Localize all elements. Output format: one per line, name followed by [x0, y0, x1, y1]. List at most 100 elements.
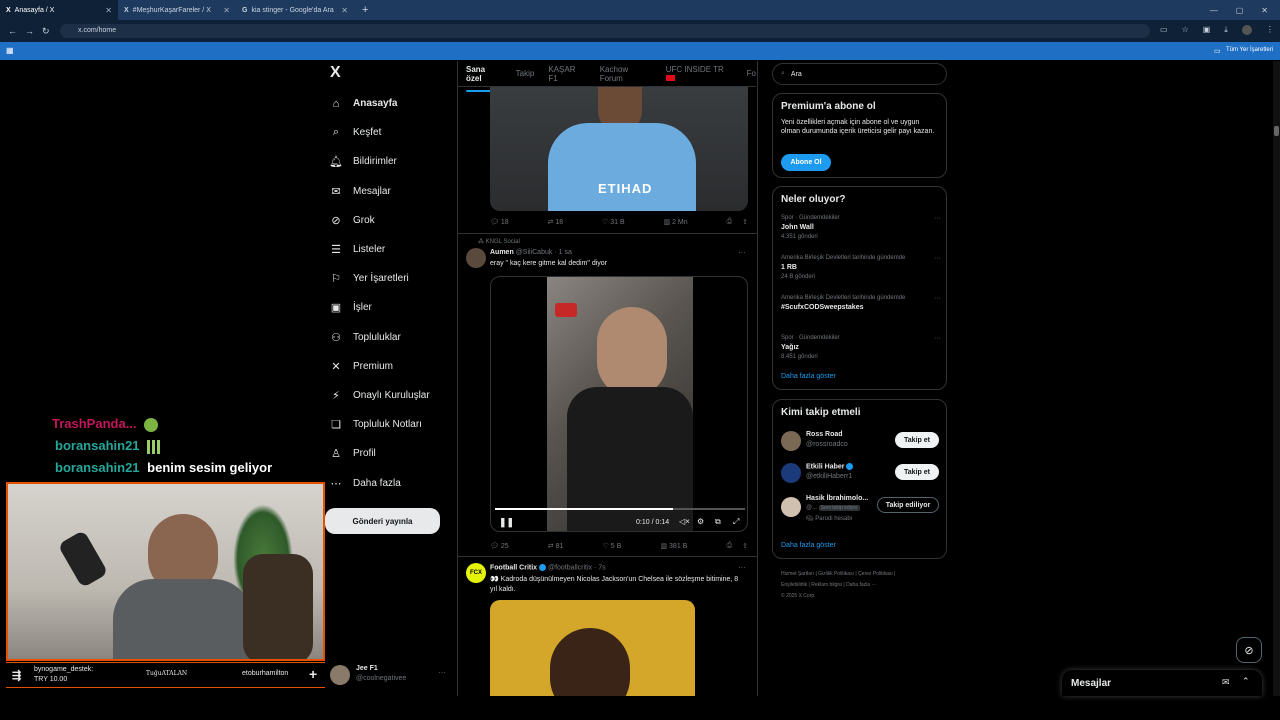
reload-icon[interactable]: ↻: [42, 26, 50, 37]
tab-for-you[interactable]: Sana özel: [466, 65, 502, 92]
url-field[interactable]: x.com/home: [60, 24, 1150, 38]
nav-item-person[interactable]: ♙ Profil: [329, 439, 376, 468]
profile-avatar[interactable]: [1241, 25, 1252, 35]
more-dots-icon[interactable]: ···: [934, 215, 941, 222]
footer-link[interactable]: Daha fazla ···: [846, 582, 876, 588]
footer-link[interactable]: Hizmet Şartları: [781, 571, 814, 577]
pip-icon[interactable]: ⧉: [715, 517, 721, 527]
bookmark-icon[interactable]: ⎙: [726, 542, 732, 550]
x-logo[interactable]: X: [330, 64, 341, 82]
cast-icon[interactable]: ▭: [1160, 25, 1168, 35]
follow-button[interactable]: Takip et: [895, 464, 939, 480]
fullscreen-icon[interactable]: ⤢: [733, 517, 739, 527]
all-bookmarks-link[interactable]: Tüm Yer İşaretleri: [1226, 47, 1273, 53]
video-progress[interactable]: [495, 508, 745, 510]
like-button[interactable]: ♡ 31 B: [602, 218, 625, 226]
following-button[interactable]: Takip ediliyor: [877, 497, 939, 513]
nav-item-people[interactable]: ⚇ Topluluklar: [329, 323, 401, 352]
more-dots-icon[interactable]: ···: [934, 255, 941, 262]
back-icon[interactable]: ←: [8, 26, 17, 36]
forward-icon[interactable]: →: [25, 26, 34, 36]
apps-icon[interactable]: ▦: [6, 46, 14, 55]
nav-item-more[interactable]: ⋯ Daha fazla: [329, 469, 401, 498]
close-tab-icon[interactable]: ✕: [105, 6, 112, 15]
nav-item-home[interactable]: ⌂ Anasayfa: [329, 89, 398, 118]
new-tab-icon[interactable]: +: [354, 4, 368, 16]
more-dots-icon[interactable]: ···: [934, 295, 941, 302]
share-icon[interactable]: ⇪: [742, 542, 748, 550]
nav-item-notes[interactable]: ❏ Topluluk Notları: [329, 410, 422, 439]
browser-tab-hashtag[interactable]: X #MeşhurKaşarFareler / X ✕: [118, 0, 236, 20]
bookmark-icon[interactable]: ⎙: [727, 218, 733, 226]
trend-item[interactable]: Spor · Gündemdekiler John Wall 4.351 gönde…: [781, 215, 941, 249]
avatar[interactable]: [466, 248, 486, 268]
views-button[interactable]: ▥ 2 Mn: [664, 218, 688, 226]
show-more-link[interactable]: Daha fazla göster: [781, 542, 836, 549]
nav-item-briefcase[interactable]: ▣ İşler: [329, 293, 372, 322]
star-icon[interactable]: ☆: [1182, 25, 1189, 35]
post-author[interactable]: Aumen: [490, 249, 514, 256]
post-author[interactable]: Football Critix: [490, 564, 537, 571]
account-switcher[interactable]: Jee F1 @coolnegativee ···: [330, 663, 450, 687]
more-dots-icon[interactable]: ···: [934, 335, 941, 342]
tab-more[interactable]: Fo: [747, 69, 756, 78]
reply-button[interactable]: 💬︎ 25: [490, 542, 509, 550]
tab-kachow-forum[interactable]: Kachow Forum: [600, 65, 652, 83]
trend-item[interactable]: Spor · Gündemdekiler Yağız 8.451 gönderi ··…: [781, 335, 941, 369]
show-more-link[interactable]: Daha fazla göster: [781, 373, 836, 380]
tab-ufc-inside[interactable]: UFC INSIDE TR: [665, 65, 733, 83]
avatar[interactable]: FCX: [466, 563, 486, 583]
close-window-icon[interactable]: ✕: [1261, 6, 1268, 15]
scrollbar-thumb[interactable]: [1274, 126, 1279, 136]
repost-button[interactable]: ⇄ 81: [548, 542, 564, 550]
like-button[interactable]: ♡ 5 B: [603, 542, 622, 550]
close-tab-icon[interactable]: ✕: [223, 6, 230, 15]
reply-button[interactable]: 💬︎ 18: [490, 218, 509, 226]
post-image[interactable]: ETIHAD: [490, 87, 748, 211]
grok-floating-button[interactable]: ⊘: [1236, 637, 1262, 663]
tab-kasar-f1[interactable]: KAŞAR F1: [548, 65, 585, 83]
more-dots-icon[interactable]: ···: [738, 248, 746, 257]
messages-drawer[interactable]: Mesajlar ✉ ⌃: [1062, 670, 1262, 696]
browser-tab-google[interactable]: G kia stinger - Google'da Ara ✕: [236, 0, 354, 20]
follow-item[interactable]: Etkili Haber @etkiliHaberr1 Takip et: [781, 462, 941, 484]
nav-item-search[interactable]: ⌕ Keşfet: [329, 118, 381, 147]
follow-item[interactable]: Ross Road @rossroadco Takip et: [781, 430, 941, 452]
footer-link[interactable]: Reklam bilgisi: [811, 582, 842, 588]
repost-button[interactable]: ⇄ 18: [548, 218, 564, 226]
nav-item-bookmark[interactable]: ⚐ Yer İşaretleri: [329, 264, 409, 293]
page-scrollbar[interactable]: [1273, 61, 1280, 696]
browser-tab-home[interactable]: X Anasayfa / X ✕: [0, 0, 118, 20]
trend-item[interactable]: Amerika Birleşik Devletleri tarihinde gü…: [781, 295, 941, 329]
footer-link[interactable]: Erişilebilirlik: [781, 582, 807, 588]
nav-item-grok[interactable]: ⊘ Grok: [329, 206, 374, 235]
follow-item[interactable]: Hasik İbrahimolo... @... Seni takip ediy…: [781, 494, 941, 526]
share-icon[interactable]: ⇪: [742, 218, 748, 226]
video-player[interactable]: ❚❚ 0:10 / 0:14 ◁× ⚙ ⧉ ⤢: [490, 276, 748, 532]
close-tab-icon[interactable]: ✕: [341, 6, 348, 15]
nav-item-lightning[interactable]: ⚡︎ Onaylı Kuruluşlar: [329, 381, 430, 410]
trend-item[interactable]: Amerika Birleşik Devletleri tarihinde gü…: [781, 255, 941, 289]
extension-icon[interactable]: ▣: [1203, 25, 1211, 35]
more-dots-icon[interactable]: ···: [438, 668, 446, 677]
nav-item-list[interactable]: ☰ Listeler: [329, 235, 385, 264]
more-dots-icon[interactable]: ···: [738, 563, 746, 572]
subscribe-button[interactable]: Abone Ol: [781, 154, 831, 171]
footer-link[interactable]: Gizlilik Politikası: [818, 571, 854, 577]
post-time[interactable]: 1 sa: [559, 249, 572, 256]
pause-icon[interactable]: ❚❚: [499, 517, 514, 528]
post-image[interactable]: [490, 600, 695, 696]
views-button[interactable]: ▥ 381 B: [660, 542, 687, 550]
nav-item-mail[interactable]: ✉ Mesajlar: [329, 177, 390, 206]
follow-button[interactable]: Takip et: [895, 432, 939, 448]
tab-following[interactable]: Takip: [516, 69, 535, 78]
footer-link[interactable]: Çerez Politikası: [858, 571, 893, 577]
nav-item-bell[interactable]: 🔔︎ Bildirimler: [329, 147, 397, 176]
menu-icon[interactable]: ⋮: [1266, 25, 1274, 35]
post-time[interactable]: 7s: [598, 564, 605, 571]
settings-icon[interactable]: ⚙: [697, 517, 704, 526]
mute-icon[interactable]: ◁×: [679, 517, 690, 526]
nav-item-x[interactable]: ✕ Premium: [329, 352, 393, 381]
expand-icon[interactable]: ⌃: [1242, 676, 1250, 687]
new-message-icon[interactable]: ✉: [1222, 677, 1230, 688]
